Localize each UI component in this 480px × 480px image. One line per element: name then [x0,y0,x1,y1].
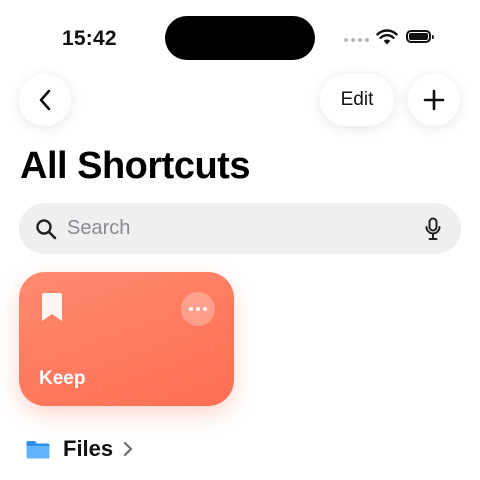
search-input[interactable] [67,217,425,240]
plus-icon [423,89,445,111]
search-icon [35,218,57,240]
shortcut-title: Keep [39,368,86,389]
bookmark-icon [41,292,63,327]
back-button[interactable] [19,74,71,126]
chevron-right-icon [123,441,133,457]
cellular-signal-icon [344,38,369,42]
dynamic-island [165,16,315,60]
add-shortcut-button[interactable] [408,74,460,126]
page-title: All Shortcuts [20,145,250,187]
chevron-left-icon [39,89,51,111]
search-bar[interactable] [19,203,461,254]
folder-icon [26,439,50,459]
shortcut-card-keep[interactable]: Keep [19,272,234,406]
more-options-button[interactable] [181,292,215,326]
folder-label: Files [63,436,114,461]
wifi-icon [376,29,398,50]
battery-icon [406,30,434,43]
status-time: 15:42 [62,27,117,50]
edit-button[interactable]: Edit [320,74,394,126]
more-icon [189,307,193,311]
microphone-icon[interactable] [425,217,441,241]
folder-row-files[interactable]: Files [26,436,133,462]
